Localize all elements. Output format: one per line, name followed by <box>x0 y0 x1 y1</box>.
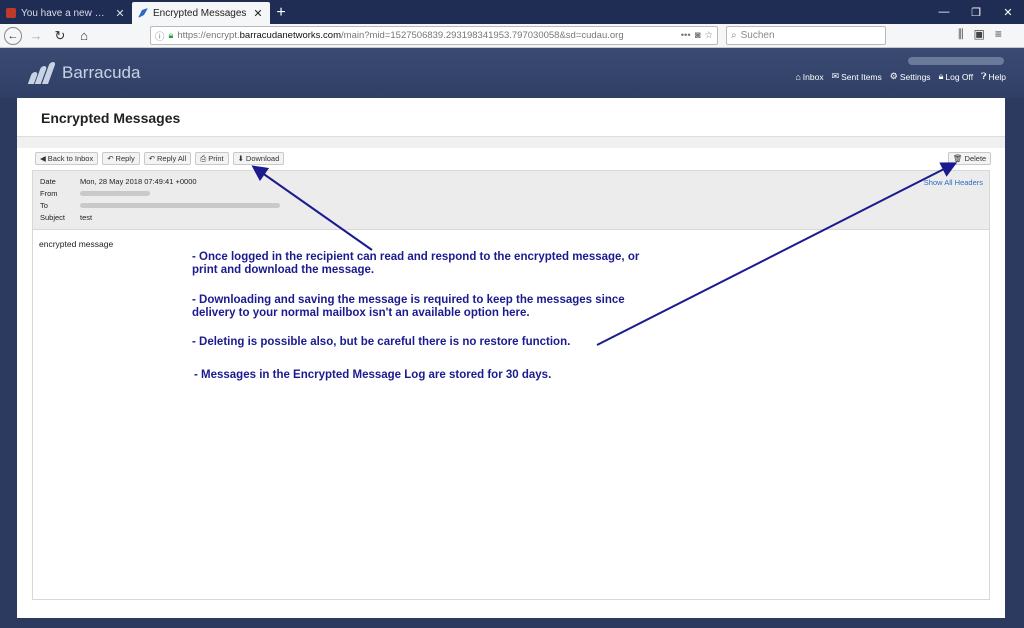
restore-icon[interactable]: ❐ <box>960 6 992 19</box>
message-text: encrypted message <box>39 239 114 249</box>
url-bar[interactable]: ⓘ 🔒︎ https://encrypt.barracudanetworks.c… <box>150 26 718 45</box>
close-tab-icon[interactable]: ✕ <box>114 7 126 20</box>
barracuda-logo-icon <box>27 62 58 84</box>
reply-all-button[interactable]: ↶ Reply All <box>143 152 192 165</box>
nav-settings[interactable]: ⚙ Settings <box>890 71 931 82</box>
back-to-inbox-button[interactable]: ◀ Back to Inbox <box>35 152 99 165</box>
back-arrow-icon[interactable]: ← <box>4 26 22 45</box>
browser-nav-bar: ← → ↻ ⌂ ⓘ 🔒︎ https://encrypt.barracudane… <box>0 24 1024 48</box>
blurred-sender <box>80 191 150 196</box>
envelope-icon: ✉ <box>831 71 840 81</box>
header-from: From <box>40 189 150 198</box>
reply-button[interactable]: ↶ Reply <box>102 152 140 165</box>
window-controls: — ❐ ✕ <box>928 0 1024 24</box>
tab-inactive[interactable]: You have a new encrypted me ✕ <box>0 2 132 24</box>
browser-tools: ⫼ ▣ ≡ <box>958 27 1002 42</box>
delete-button[interactable]: 🗑︎ Delete <box>948 152 992 165</box>
help-icon: ❓︎ <box>981 71 987 81</box>
header-value: test <box>80 213 93 222</box>
annotation-note: - Downloading and saving the message is … <box>192 294 625 319</box>
header-subject: Subject test <box>40 213 92 222</box>
app-header: Barracuda ⌂ Inbox ✉ Sent Items ⚙ Settings 🔒… <box>0 48 1024 98</box>
message-panel: Encrypted Messages ◀ Back to Inbox ↶ Reply… <box>17 98 1005 618</box>
nav-inbox[interactable]: ⌂ Inbox <box>795 71 823 82</box>
close-tab-icon[interactable]: ✕ <box>252 7 264 20</box>
message-headers: Date Mon, 28 May 2018 07:49:41 +0000 Fro… <box>32 170 990 230</box>
brand-name: Barracuda <box>62 63 141 82</box>
page-title: Encrypted Messages <box>41 110 181 126</box>
printer-icon: ⎙ <box>200 153 207 163</box>
print-button[interactable]: ⎙ Print <box>195 152 229 165</box>
url-text: https://encrypt.barracudanetworks.com/ma… <box>177 30 624 41</box>
arrow-left-icon: ◀ <box>40 154 46 163</box>
nav-sent-items[interactable]: ✉ Sent Items <box>832 71 882 82</box>
header-label: Subject <box>40 213 66 222</box>
annotation-note: - Messages in the Encrypted Message Log … <box>194 369 552 381</box>
nav-log-off[interactable]: 🔒︎ Log Off <box>939 71 974 82</box>
info-icon[interactable]: ⓘ <box>155 29 165 43</box>
new-tab-button[interactable]: + <box>270 2 292 24</box>
lock-icon: 🔒︎ <box>168 30 174 40</box>
bookmark-star-icon[interactable]: ☆ <box>704 30 713 41</box>
sidebar-icon[interactable]: ▣ <box>974 27 985 42</box>
home-icon[interactable]: ⌂ <box>74 26 94 46</box>
top-nav: ⌂ Inbox ✉ Sent Items ⚙ Settings 🔒︎ Log Off ❓… <box>795 71 1006 82</box>
annotation-note: - Once logged in the recipient can read … <box>192 251 640 276</box>
download-button[interactable]: ⬇ Download <box>232 152 285 165</box>
header-label: Date <box>40 177 56 186</box>
more-icon[interactable]: ••• <box>681 30 691 41</box>
user-email-blurred <box>908 57 1004 65</box>
nav-help[interactable]: ❓︎ Help <box>981 71 1006 82</box>
header-label: From <box>40 189 58 198</box>
forward-arrow-icon[interactable]: → <box>26 26 46 46</box>
menu-icon[interactable]: ≡ <box>995 27 1002 42</box>
reply-icon: ↶ <box>107 154 114 163</box>
browser-tab-bar: You have a new encrypted me ✕ Encrypted … <box>0 0 1024 24</box>
message-body: encrypted message <box>32 230 990 600</box>
show-all-headers-link[interactable]: Show All Headers <box>924 178 983 187</box>
trash-icon: 🗑︎ <box>953 154 963 163</box>
tab-title: You have a new encrypted me <box>21 7 109 19</box>
search-icon: ⌕ <box>731 30 737 41</box>
mail-favicon-icon <box>6 8 16 18</box>
download-icon: ⬇ <box>237 154 244 163</box>
gear-icon: ⚙ <box>889 71 898 81</box>
barracuda-favicon-icon <box>138 8 148 18</box>
search-placeholder: Suchen <box>740 30 775 41</box>
search-input[interactable]: ⌕ Suchen <box>726 26 886 45</box>
pocket-icon[interactable]: ◙ <box>695 30 701 41</box>
home-icon: ⌂ <box>795 71 801 82</box>
tab-active[interactable]: Encrypted Messages ✕ <box>132 2 270 24</box>
header-value: Mon, 28 May 2018 07:49:41 +0000 <box>80 177 197 186</box>
footer <box>0 618 1024 628</box>
annotation-note: - Deleting is possible also, but be care… <box>192 336 571 348</box>
tab-title: Encrypted Messages <box>153 7 247 19</box>
divider <box>17 136 1005 148</box>
barracuda-logo: Barracuda <box>27 62 141 84</box>
library-icon[interactable]: ⫼ <box>958 27 964 42</box>
minimize-icon[interactable]: — <box>928 6 960 18</box>
close-window-icon[interactable]: ✕ <box>992 6 1024 19</box>
reload-icon[interactable]: ↻ <box>50 26 70 46</box>
message-toolbar: ◀ Back to Inbox ↶ Reply ↶ Reply All ⎙ Print … <box>35 152 285 165</box>
header-label: To <box>40 201 48 210</box>
lock-icon: 🔒︎ <box>938 71 944 81</box>
reply-all-icon: ↶ <box>148 154 156 163</box>
header-to: To <box>40 201 280 210</box>
blurred-recipient <box>80 203 280 208</box>
header-date: Date Mon, 28 May 2018 07:49:41 +0000 <box>40 177 197 186</box>
